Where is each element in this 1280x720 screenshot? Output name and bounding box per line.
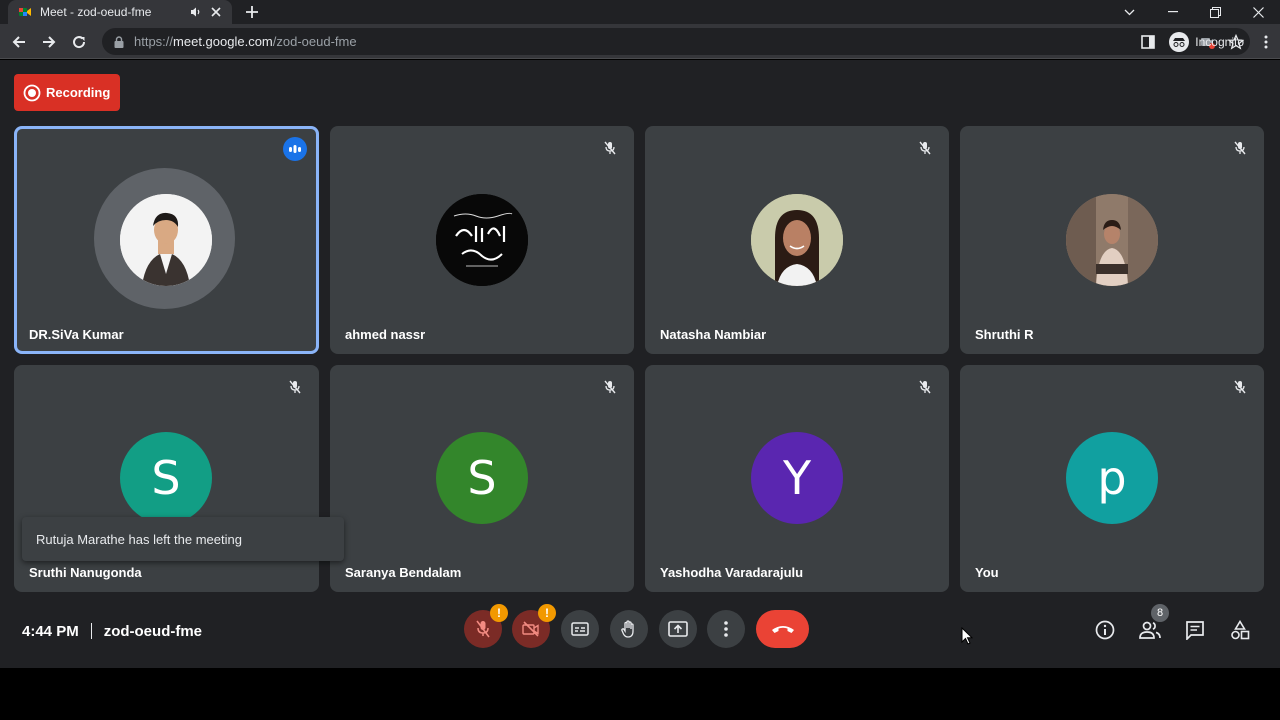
mic-off-icon [602, 140, 618, 156]
meeting-time: 4:44 PM [22, 622, 79, 640]
avatar [1066, 194, 1158, 286]
info-icon [1095, 620, 1115, 640]
side-panel-icon[interactable] [1133, 24, 1163, 59]
participant-name: Sruthi Nanugonda [29, 565, 142, 580]
mic-off-icon [476, 620, 490, 638]
avatar: Y [751, 432, 843, 524]
participant-name: ahmed nassr [345, 327, 426, 342]
microphone-button[interactable]: ! [464, 604, 508, 648]
closed-captions-icon [571, 622, 589, 636]
mic-warning-badge: ! [490, 604, 508, 622]
hang-up-icon [771, 626, 794, 633]
people-icon [1139, 621, 1161, 639]
recording-indicator[interactable]: Recording [14, 74, 120, 111]
mic-off-icon [287, 379, 303, 395]
meeting-code: zod-oeud-fme [103, 622, 203, 640]
avatar: S [436, 432, 528, 524]
tab-close-icon[interactable] [208, 4, 224, 20]
avatar [120, 194, 212, 286]
present-screen-button[interactable] [659, 610, 697, 648]
mic-off-icon [1232, 140, 1248, 156]
divider [90, 623, 92, 639]
meeting-info: 4:44 PM zod-oeud-fme [22, 621, 202, 641]
participant-tile[interactable]: S Saranya Bendalam [330, 365, 634, 592]
chat-button[interactable] [1182, 617, 1208, 643]
end-call-button[interactable] [756, 610, 809, 648]
browser-menu-icon[interactable] [1252, 24, 1280, 59]
avatar: S [120, 432, 212, 524]
lock-icon[interactable] [112, 35, 126, 49]
chat-icon [1186, 621, 1204, 640]
camera-warning-badge: ! [538, 604, 556, 622]
new-tab-icon[interactable] [242, 2, 262, 22]
hand-icon [621, 620, 634, 638]
present-screen-icon [668, 621, 688, 637]
browser-tab[interactable]: Meet - zod-oeud-fme [8, 0, 232, 24]
back-arrow-icon[interactable] [7, 30, 31, 54]
mic-off-icon [917, 140, 933, 156]
more-options-button[interactable] [707, 610, 745, 648]
participant-name: Yashodha Varadarajulu [660, 565, 804, 580]
url-text: https://meet.google.com/zod-oeud-fme [134, 34, 357, 49]
people-count-badge: 8 [1151, 604, 1169, 622]
participant-name: Natasha Nambiar [660, 327, 767, 342]
participant-tile[interactable]: DR.SiVa Kumar [14, 126, 319, 354]
participant-name: Saranya Bendalam [345, 565, 462, 580]
participant-tile[interactable]: Natasha Nambiar [645, 126, 949, 354]
letterbox-bar [0, 668, 1280, 720]
meeting-details-button[interactable] [1092, 617, 1118, 643]
avatar: p [1066, 432, 1158, 524]
reload-icon[interactable] [67, 30, 91, 54]
captions-button[interactable] [561, 610, 599, 648]
avatar [751, 194, 843, 286]
window-close-icon[interactable] [1237, 0, 1280, 24]
left-meeting-toast: Rutuja Marathe has left the meeting [22, 517, 344, 561]
restore-icon[interactable] [1194, 0, 1237, 24]
forward-arrow-icon[interactable] [37, 30, 61, 54]
browser-tab-strip: Meet - zod-oeud-fme [0, 0, 1280, 24]
browser-toolbar: https://meet.google.com/zod-oeud-fme [0, 24, 1280, 59]
mouse-cursor-icon [961, 627, 973, 645]
mic-off-icon [917, 379, 933, 395]
incognito-label: Incognito [1195, 34, 1244, 49]
participant-tile-self[interactable]: p You [960, 365, 1264, 592]
address-bar[interactable]: https://meet.google.com/zod-oeud-fme [102, 28, 1250, 55]
window-controls [1108, 0, 1280, 24]
minimize-icon[interactable] [1151, 0, 1194, 24]
incognito-indicator[interactable]: Incognito [1169, 31, 1244, 52]
activities-button[interactable] [1227, 617, 1253, 643]
participant-name: Shruthi R [975, 327, 1034, 342]
mic-off-icon [602, 379, 618, 395]
toolbar-right: Incognito [1133, 24, 1280, 59]
camera-off-icon [522, 621, 539, 637]
more-vert-icon [724, 621, 728, 637]
camera-button[interactable]: ! [512, 604, 556, 648]
participant-tile[interactable]: ahmed nassr [330, 126, 634, 354]
toast-message: Rutuja Marathe has left the meeting [36, 531, 242, 547]
participant-tile[interactable]: Shruthi R [960, 126, 1264, 354]
meet-stage: Recording DR.SiVa Kumar ahmed nassr Nata… [0, 60, 1280, 668]
meet-favicon-icon [19, 8, 31, 16]
incognito-icon [1169, 31, 1190, 52]
mic-off-icon [1232, 379, 1248, 395]
tab-title: Meet - zod-oeud-fme [40, 5, 152, 19]
participant-name: You [975, 565, 999, 580]
activities-icon [1231, 620, 1250, 640]
recording-label: Recording [46, 85, 111, 100]
recording-icon [23, 84, 41, 101]
tab-search-icon[interactable] [1108, 0, 1151, 24]
participant-tile[interactable]: Y Yashodha Varadarajulu [645, 365, 949, 592]
avatar [436, 194, 528, 286]
speaking-indicator-icon [283, 137, 307, 161]
tab-audio-icon[interactable] [188, 4, 204, 20]
raise-hand-button[interactable] [610, 610, 648, 648]
participant-name: DR.SiVa Kumar [29, 327, 124, 342]
